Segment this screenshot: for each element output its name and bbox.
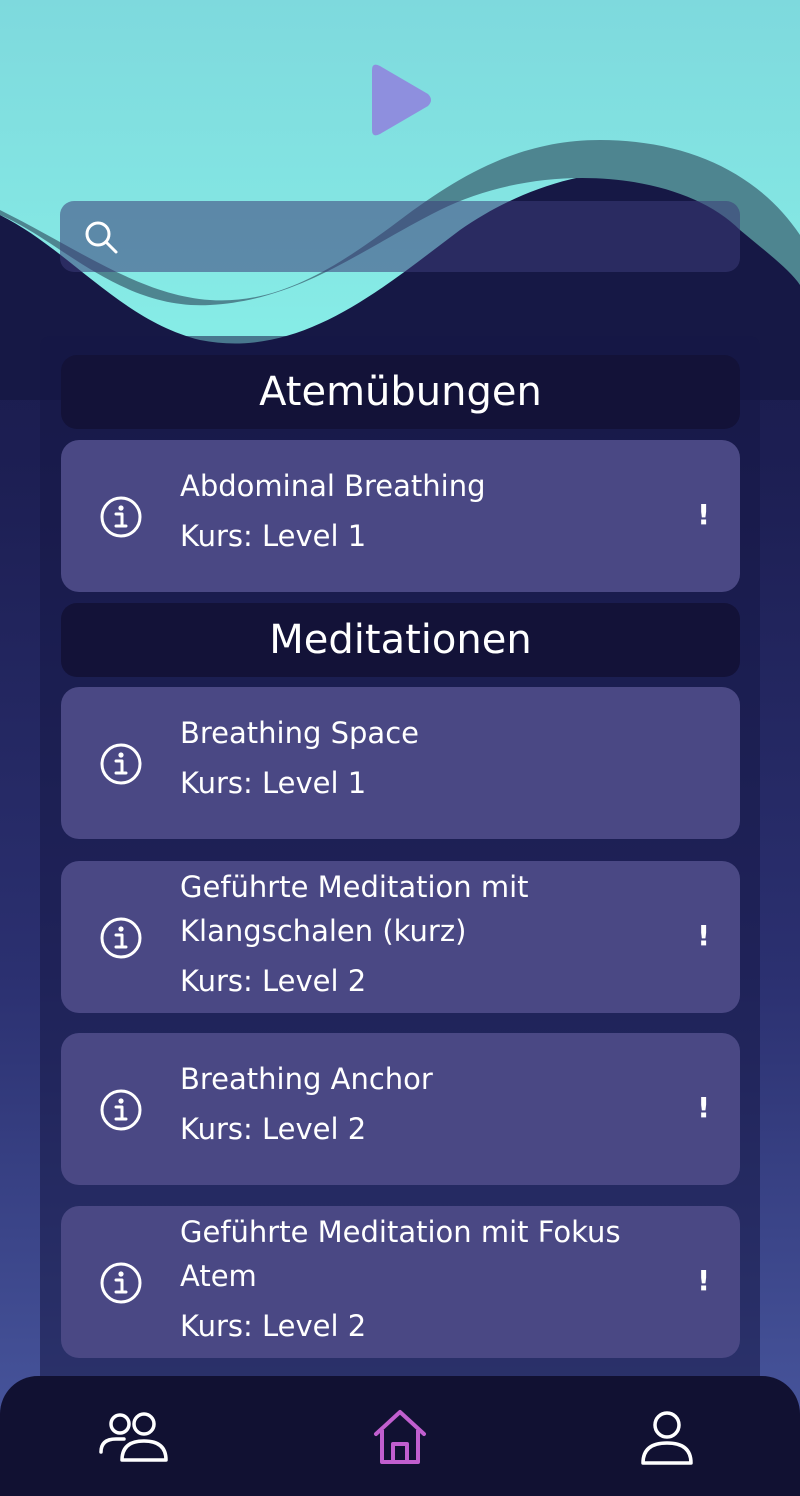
info-icon[interactable] bbox=[99, 742, 143, 786]
course-card[interactable]: Breathing Space Kurs: Level 1 bbox=[61, 687, 740, 839]
course-card[interactable]: Geführte Meditation mit Fokus Atem Kurs:… bbox=[61, 1206, 740, 1358]
section-header-atemuebungen: Atemübungen bbox=[61, 355, 740, 429]
section-title: Atemübungen bbox=[259, 369, 542, 415]
bottom-navigation bbox=[0, 1376, 800, 1496]
course-title: Geführte Meditation mit Fokus Atem bbox=[180, 1215, 621, 1293]
course-level: Kurs: Level 2 bbox=[180, 1309, 367, 1343]
course-card[interactable]: Breathing Anchor Kurs: Level 2 ! bbox=[61, 1033, 740, 1185]
alert-indicator: ! bbox=[697, 1091, 710, 1124]
alert-indicator: ! bbox=[697, 498, 710, 531]
search-icon bbox=[85, 221, 118, 253]
course-card[interactable]: Geführte Meditation mit Klangschalen (ku… bbox=[61, 861, 740, 1013]
play-icon bbox=[372, 64, 431, 136]
info-icon[interactable] bbox=[99, 916, 143, 960]
community-icon bbox=[99, 1412, 168, 1462]
info-icon[interactable] bbox=[99, 495, 143, 539]
course-level: Kurs: Level 1 bbox=[180, 766, 367, 800]
nav-home[interactable] bbox=[372, 1408, 428, 1466]
alert-indicator: ! bbox=[697, 1264, 710, 1297]
nav-profile[interactable] bbox=[640, 1410, 694, 1466]
info-icon[interactable] bbox=[99, 1088, 143, 1132]
course-title: Geführte Meditation mit Klangschalen (ku… bbox=[180, 870, 529, 948]
course-title: Breathing Space bbox=[180, 716, 419, 750]
search-input[interactable] bbox=[132, 201, 740, 272]
nav-community[interactable] bbox=[98, 1410, 170, 1466]
section-title: Meditationen bbox=[269, 617, 532, 663]
course-level: Kurs: Level 2 bbox=[180, 1112, 367, 1146]
info-icon[interactable] bbox=[99, 1261, 143, 1305]
course-title: Breathing Anchor bbox=[180, 1062, 433, 1096]
search-bar[interactable] bbox=[60, 201, 740, 272]
play-button[interactable] bbox=[364, 60, 436, 140]
course-title: Abdominal Breathing bbox=[180, 469, 486, 503]
section-header-meditationen: Meditationen bbox=[61, 603, 740, 677]
course-card[interactable]: Abdominal Breathing Kurs: Level 1 ! bbox=[61, 440, 740, 592]
alert-indicator: ! bbox=[697, 919, 710, 952]
course-level: Kurs: Level 2 bbox=[180, 964, 367, 998]
profile-icon bbox=[641, 1411, 693, 1465]
course-level: Kurs: Level 1 bbox=[180, 519, 367, 553]
home-icon bbox=[374, 1410, 426, 1464]
